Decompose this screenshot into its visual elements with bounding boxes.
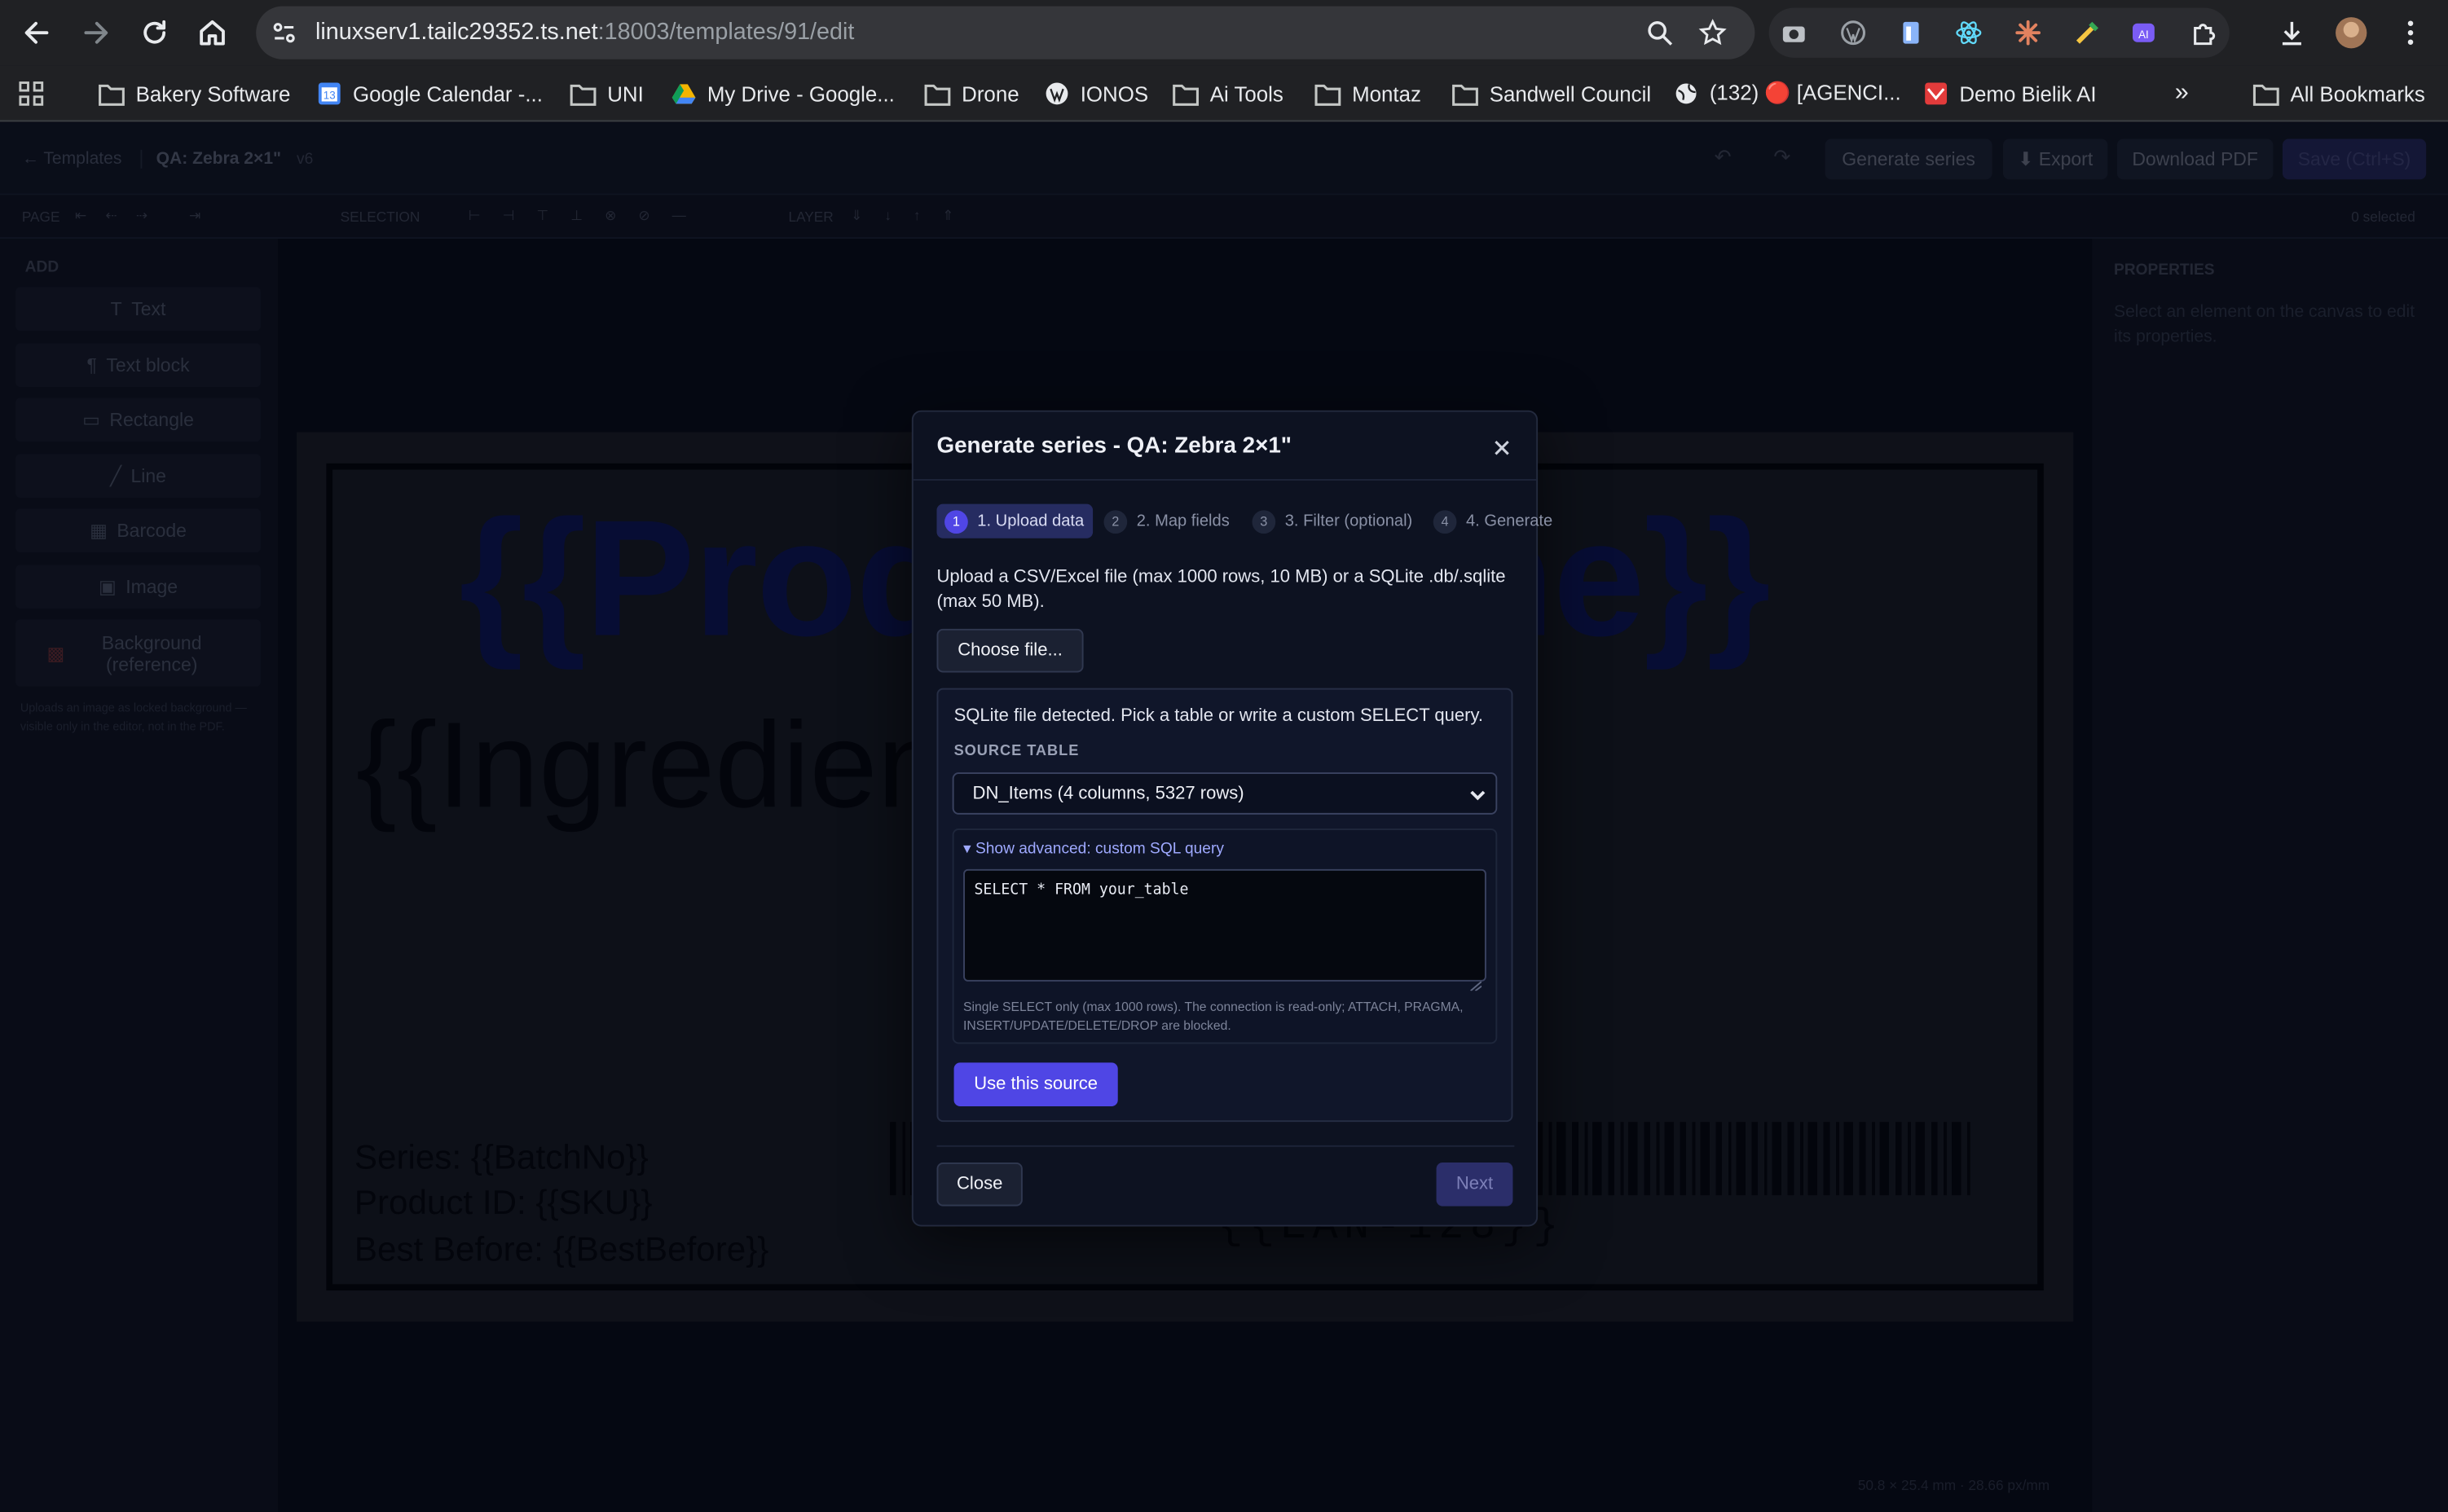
- dialog-header-divider: [913, 479, 1537, 481]
- claude-extension-icon[interactable]: [2011, 15, 2045, 50]
- more-bookmarks-chevron-icon[interactable]: »: [2175, 80, 2189, 108]
- bookmarks-bar: Bakery Software 13 Google Calendar -... U…: [0, 65, 2448, 122]
- zoom-icon[interactable]: [1645, 19, 1673, 46]
- camera-extension-icon[interactable]: [1777, 15, 1811, 50]
- download-icon[interactable]: [2274, 15, 2309, 50]
- bielik-icon: [1925, 82, 1948, 105]
- folder-icon: [1173, 83, 1199, 105]
- home-button[interactable]: [192, 12, 233, 53]
- dialog-close-icon[interactable]: [1488, 433, 1516, 461]
- docs-extension-icon[interactable]: [1894, 15, 1928, 50]
- advanced-sql-section: ▾ Show advanced: custom SQL query SELECT…: [952, 829, 1498, 1044]
- resize-handle-icon[interactable]: [1469, 970, 1482, 992]
- folder-icon: [2252, 83, 2279, 105]
- dialog-footer-divider: [936, 1145, 1515, 1147]
- source-table-select[interactable]: DN_Items (4 columns, 5327 rows): [952, 772, 1498, 815]
- google-drive-icon: [671, 84, 696, 104]
- choose-file-button[interactable]: Choose file...: [936, 628, 1084, 673]
- chevron-down-icon: [1470, 790, 1486, 801]
- step-number: 2: [1103, 509, 1128, 534]
- color-picker-extension-icon[interactable]: [2070, 15, 2104, 50]
- close-button[interactable]: Close: [936, 1162, 1023, 1207]
- site-settings-icon[interactable]: [271, 20, 297, 46]
- bookmark-montaz[interactable]: Montaz: [1314, 80, 1421, 108]
- bookmark-bakery-software[interactable]: Bakery Software: [99, 80, 291, 108]
- folder-icon: [99, 83, 125, 105]
- reload-icon: [143, 20, 166, 44]
- puzzle-extensions-icon[interactable]: [2187, 15, 2221, 50]
- bookmark-ionos[interactable]: IONOS: [1045, 80, 1148, 108]
- folder-icon: [1314, 83, 1341, 105]
- bookmark-agenci[interactable]: (132) 🔴 [AGENCI...: [1674, 80, 1901, 108]
- menu-kebab-icon[interactable]: [2402, 17, 2420, 48]
- step-generate[interactable]: 4 4. Generate: [1433, 504, 1552, 538]
- step-number: 3: [1252, 509, 1276, 534]
- advanced-toggle[interactable]: ▾ Show advanced: custom SQL query: [963, 841, 1224, 858]
- bookmark-ai-tools[interactable]: Ai Tools: [1173, 80, 1283, 108]
- wordpress-extension-icon[interactable]: [1836, 15, 1870, 50]
- wordpress-icon: [1046, 82, 1068, 105]
- step-number: 1: [944, 509, 968, 534]
- star-icon[interactable]: [1698, 19, 1727, 46]
- svg-text:AI: AI: [2138, 29, 2149, 41]
- generate-series-dialog: Generate series - QA: Zebra 2×1" 1 1. Upl…: [911, 410, 1552, 1227]
- use-this-source-button[interactable]: Use this source: [953, 1062, 1118, 1106]
- bookmark-drone[interactable]: Drone: [924, 80, 1019, 108]
- back-button[interactable]: [17, 12, 58, 53]
- url-text: linuxserv1.tailc29352.ts.net:18003/templ…: [315, 18, 855, 46]
- sql-help-text: Single SELECT only (max 1000 rows). The …: [963, 1000, 1464, 1033]
- bookmark-demo-bielik[interactable]: Demo Bielik AI: [1923, 80, 2097, 108]
- dialog-title: Generate series - QA: Zebra 2×1": [936, 433, 1292, 459]
- globe-icon: [1675, 83, 1697, 104]
- step-filter[interactable]: 3 3. Filter (optional): [1252, 504, 1412, 538]
- step-upload-data[interactable]: 1 1. Upload data: [936, 503, 1094, 538]
- sqlite-source-panel: SQLite file detected. Pick a table or wr…: [936, 688, 1513, 1123]
- ai-extension-icon[interactable]: AI: [2126, 15, 2160, 50]
- arrow-left-icon: [24, 21, 49, 44]
- address-bar[interactable]: linuxserv1.tailc29352.ts.net:18003/templ…: [256, 6, 1755, 59]
- forward-button[interactable]: [75, 12, 116, 53]
- folder-icon: [1452, 83, 1478, 105]
- bookmark-google-calendar[interactable]: 13 Google Calendar -...: [317, 80, 543, 108]
- arrow-right-icon: [84, 21, 108, 44]
- bookmark-sandwell-council[interactable]: Sandwell Council: [1452, 80, 1651, 108]
- react-extension-icon[interactable]: [1952, 15, 1986, 50]
- custom-sql-textarea[interactable]: SELECT * FROM your_table: [963, 868, 1486, 982]
- bookmark-uni[interactable]: UNI: [570, 80, 644, 108]
- home-icon: [200, 20, 225, 46]
- google-calendar-icon: 13: [318, 82, 341, 105]
- source-table-label: SOURCE TABLE: [953, 742, 1080, 760]
- svg-text:13: 13: [324, 90, 336, 102]
- step-map-fields[interactable]: 2 2. Map fields: [1103, 504, 1230, 538]
- reload-button[interactable]: [134, 12, 175, 53]
- all-bookmarks[interactable]: All Bookmarks: [2252, 80, 2425, 108]
- browser-toolbar: linuxserv1.tailc29352.ts.net:18003/templ…: [0, 0, 2448, 66]
- folder-icon: [924, 83, 951, 105]
- profile-avatar[interactable]: [2336, 17, 2367, 49]
- sqlite-detected-text: SQLite file detected. Pick a table or wr…: [953, 706, 1483, 726]
- apps-grid-icon[interactable]: [19, 80, 44, 108]
- bookmark-my-drive[interactable]: My Drive - Google...: [671, 80, 895, 108]
- upload-description: Upload a CSV/Excel file (max 1000 rows, …: [936, 568, 1506, 611]
- next-button[interactable]: Next: [1436, 1162, 1513, 1207]
- step-number: 4: [1433, 509, 1457, 534]
- folder-icon: [570, 83, 597, 105]
